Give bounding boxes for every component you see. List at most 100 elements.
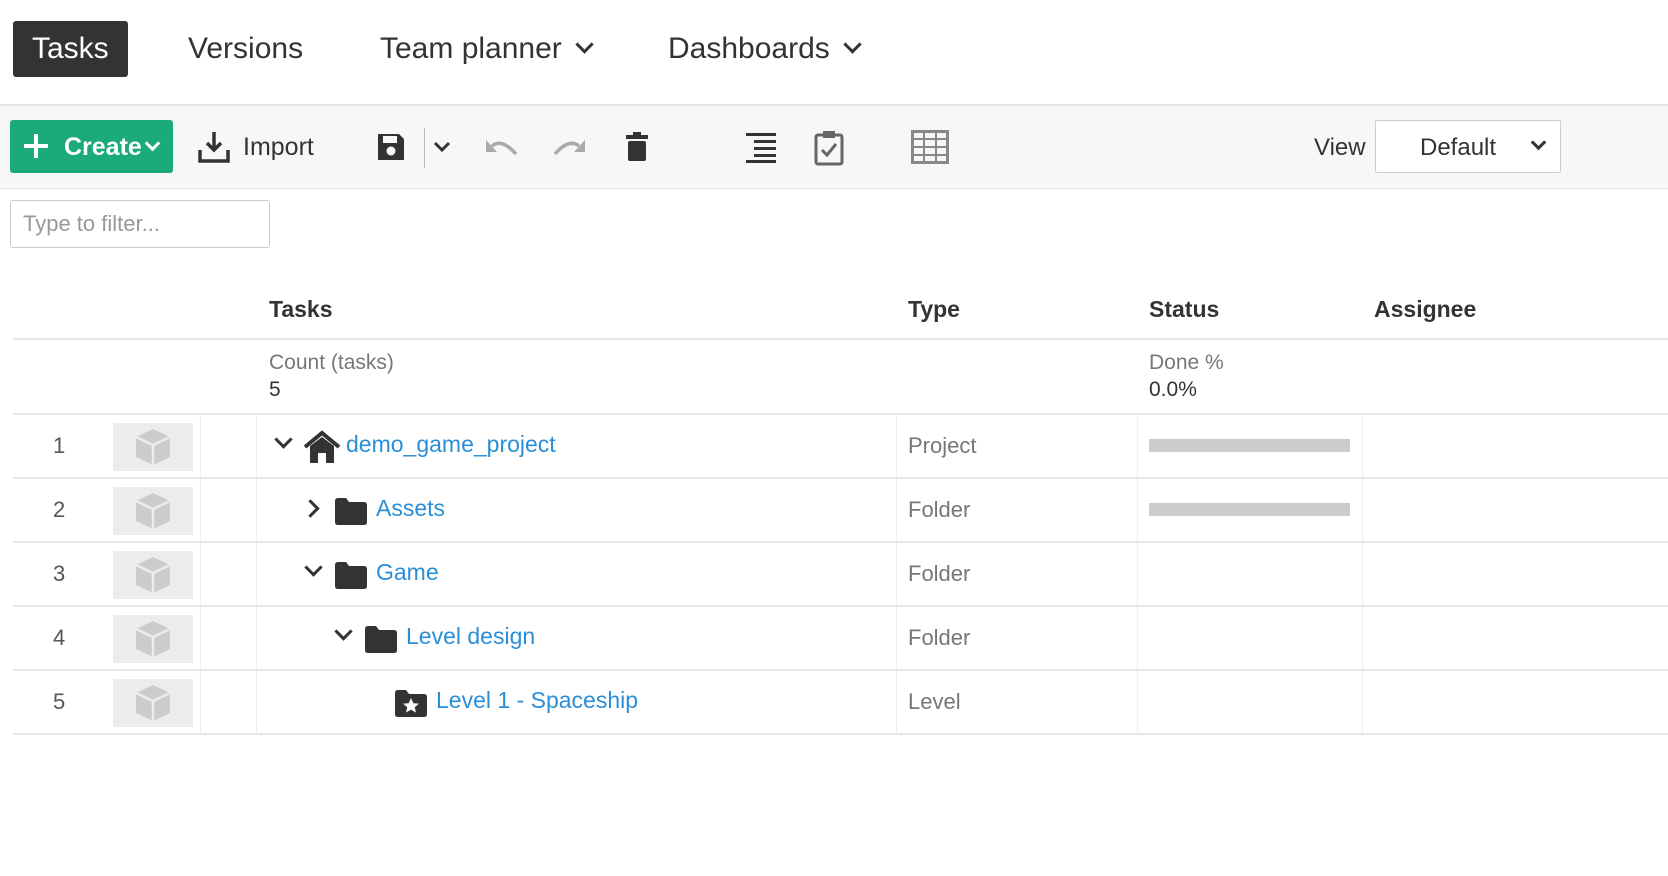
tab-dashboards[interactable]: Dashboards	[668, 21, 862, 77]
task-link[interactable]: Level design	[406, 623, 535, 650]
summary-count-label: Count (tasks)	[269, 351, 394, 374]
column-divider	[200, 479, 201, 542]
column-divider	[200, 415, 201, 478]
column-divider	[256, 543, 257, 606]
summary-count-value: 5	[269, 378, 281, 401]
box-placeholder-icon	[135, 493, 171, 529]
undo-icon[interactable]	[484, 136, 520, 160]
toolbar-separator	[424, 128, 425, 168]
save-icon[interactable]	[376, 132, 406, 162]
column-divider	[1362, 415, 1363, 478]
star-folder-icon	[395, 690, 427, 717]
task-type: Level	[908, 689, 961, 714]
chevron-down-icon[interactable]	[274, 430, 293, 449]
column-divider	[1362, 607, 1363, 670]
row-number: 3	[53, 561, 66, 586]
table-row[interactable]: 4 Level design Folder	[13, 607, 1668, 670]
summary-done-value: 0.0%	[1149, 378, 1197, 401]
trash-icon[interactable]	[626, 132, 648, 162]
thumbnail	[113, 487, 193, 535]
table-row[interactable]: 2 Assets Folder	[13, 479, 1668, 542]
folder-icon	[335, 498, 367, 525]
column-divider	[1137, 479, 1138, 542]
view-label: View	[1314, 134, 1366, 161]
column-divider	[896, 415, 897, 478]
indent-lines-icon[interactable]	[746, 132, 776, 164]
row-number: 5	[53, 689, 66, 714]
box-placeholder-icon	[135, 621, 171, 657]
folder-icon	[335, 562, 367, 589]
chevron-down-icon[interactable]	[433, 141, 451, 153]
chevron-down-icon[interactable]	[304, 558, 323, 577]
redo-icon[interactable]	[551, 136, 587, 160]
divider	[13, 733, 1668, 735]
progress-bar	[1149, 439, 1350, 452]
tab-tasks[interactable]: Tasks	[13, 21, 128, 77]
column-divider	[896, 479, 897, 542]
column-header-type[interactable]: Type	[908, 296, 960, 323]
column-divider	[896, 607, 897, 670]
box-placeholder-icon	[135, 685, 171, 721]
table-row[interactable]: 5 Level 1 - Spaceship Level	[13, 671, 1668, 734]
chevron-down-icon	[144, 135, 161, 152]
folder-icon	[365, 626, 397, 653]
house-icon	[303, 430, 341, 463]
column-divider	[200, 607, 201, 670]
top-navigation: Tasks Versions Team planner Dashboards	[0, 0, 1668, 106]
chevron-down-icon[interactable]	[334, 622, 353, 641]
summary-done-label: Done %	[1149, 351, 1224, 374]
table-row[interactable]: 3 Game Folder	[13, 543, 1668, 606]
row-number: 4	[53, 625, 66, 650]
column-divider	[896, 671, 897, 734]
column-divider	[256, 479, 257, 542]
box-placeholder-icon	[135, 557, 171, 593]
table-row[interactable]: 1 demo_game_project Project	[13, 415, 1668, 478]
task-link[interactable]: demo_game_project	[346, 431, 556, 458]
chevron-right-icon[interactable]	[301, 499, 320, 518]
task-link[interactable]: Game	[376, 559, 439, 586]
column-divider	[200, 671, 201, 734]
filter-input[interactable]	[10, 200, 270, 248]
column-header-status[interactable]: Status	[1149, 296, 1219, 323]
box-placeholder-icon	[135, 429, 171, 465]
row-number: 1	[53, 433, 66, 458]
clipboard-check-icon[interactable]	[814, 130, 844, 166]
create-button[interactable]: Create	[10, 120, 173, 173]
import-button-label: Import	[243, 133, 314, 161]
task-type: Folder	[908, 625, 971, 650]
tab-tasks-label: Tasks	[32, 32, 109, 65]
thumbnail	[113, 551, 193, 599]
create-button-label: Create	[64, 133, 142, 161]
column-divider	[256, 671, 257, 734]
chevron-down-icon	[843, 35, 862, 54]
task-link[interactable]: Level 1 - Spaceship	[436, 687, 638, 714]
plus-icon	[24, 134, 48, 158]
chevron-down-icon	[575, 35, 594, 54]
column-divider	[1137, 415, 1138, 478]
thumbnail	[113, 679, 193, 727]
column-divider	[1137, 671, 1138, 734]
row-number: 2	[53, 497, 66, 522]
column-header-tasks[interactable]: Tasks	[269, 296, 333, 323]
column-divider	[256, 607, 257, 670]
tab-versions-label: Versions	[188, 32, 304, 65]
thumbnail	[113, 615, 193, 663]
column-header-assignee[interactable]: Assignee	[1374, 296, 1476, 323]
tab-dashboards-label: Dashboards	[668, 32, 830, 65]
tab-team-planner[interactable]: Team planner	[380, 21, 594, 77]
column-divider	[1362, 671, 1363, 734]
column-divider	[1137, 543, 1138, 606]
view-select[interactable]: Default	[1375, 120, 1561, 173]
column-divider	[256, 415, 257, 478]
column-divider	[200, 543, 201, 606]
column-divider	[1362, 543, 1363, 606]
tab-team-planner-label: Team planner	[380, 32, 562, 65]
task-link[interactable]: Assets	[376, 495, 445, 522]
column-divider	[896, 543, 897, 606]
task-type: Folder	[908, 561, 971, 586]
progress-bar	[1149, 503, 1350, 516]
thumbnail	[113, 423, 193, 471]
tab-versions[interactable]: Versions	[188, 21, 303, 77]
download-icon	[198, 132, 230, 163]
table-grid-icon[interactable]	[911, 130, 949, 164]
